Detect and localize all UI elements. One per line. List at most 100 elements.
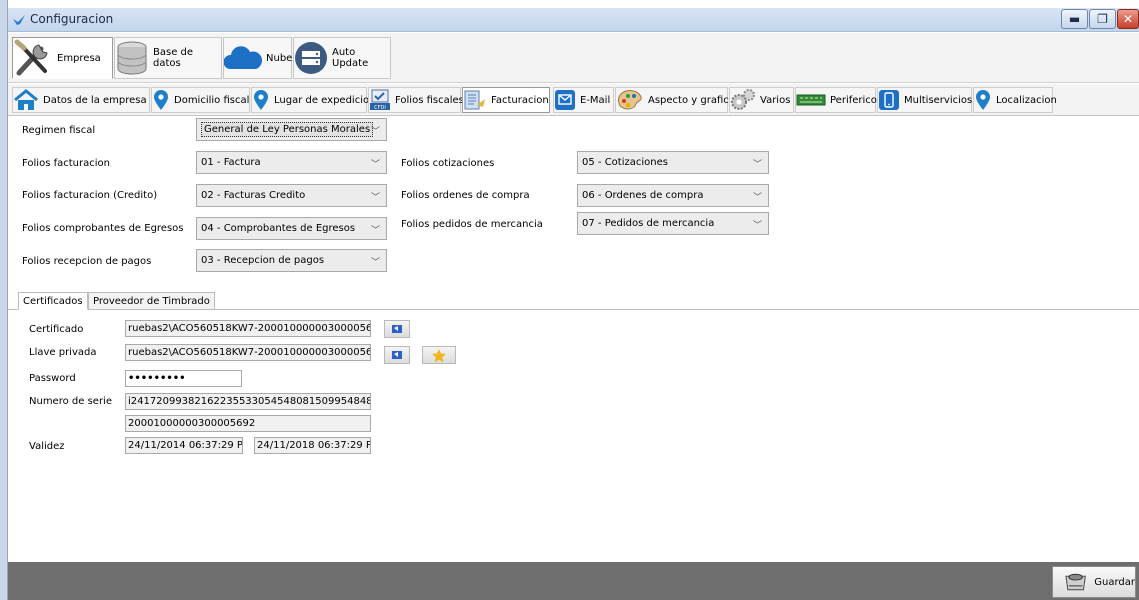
folios-ordenes-value: 06 - Ordenes de compra: [582, 190, 704, 201]
close-button[interactable]: ✕: [1117, 9, 1139, 29]
svg-text:CFDI: CFDI: [374, 105, 386, 111]
folios-pedidos-select[interactable]: 07 - Pedidos de mercancia ﹀: [577, 212, 769, 235]
regimen-fiscal-label: Regimen fiscal: [22, 125, 96, 136]
window-title: Configuracion: [30, 12, 114, 26]
location-pin-icon: [976, 90, 990, 110]
sub-tab-label: Folios fiscales: [395, 94, 464, 106]
chevron-down-icon: ﹀: [370, 226, 380, 236]
tab-nube[interactable]: Nube: [223, 37, 292, 79]
sub-tab-label: Localizacion: [996, 94, 1057, 106]
password-field[interactable]: •••••••••: [125, 370, 242, 387]
tab-auto-update[interactable]: Auto Update: [293, 37, 391, 79]
folios-egresos-value: 04 - Comprobantes de Egresos: [201, 223, 356, 234]
bottom-bar: [8, 562, 1139, 600]
sub-tab-label: Datos de la empresa: [43, 94, 147, 106]
tab-empresa-label: Empresa: [57, 52, 101, 64]
open-folder-icon: [392, 325, 402, 333]
palette-icon: [617, 90, 642, 110]
folios-facturacion-select[interactable]: 01 - Factura ﹀: [196, 151, 387, 174]
certificado-label: Certificado: [29, 324, 84, 335]
certificate-tab-bar: Certificados Proveedor de Timbrado: [8, 292, 1139, 310]
numero-de-serie-short-field[interactable]: 20001000000300005692: [125, 415, 371, 432]
favorite-button[interactable]: [422, 346, 456, 364]
sub-tab-label: Domicilio fiscal: [174, 94, 250, 106]
folios-facturacion-value: 01 - Factura: [201, 157, 261, 168]
folios-pagos-value: 03 - Recepcion de pagos: [201, 255, 325, 266]
browse-llave-button[interactable]: [384, 346, 410, 364]
certificado-field[interactable]: ruebas2\ACO560518KW7-2000100000030000569…: [125, 320, 371, 337]
app-bird-icon: [13, 15, 25, 25]
tab-empresa[interactable]: Empresa: [12, 37, 113, 79]
folios-pedidos-label: Folios pedidos de mercancia: [401, 219, 543, 230]
folios-pagos-select[interactable]: 03 - Recepcion de pagos ﹀: [196, 249, 387, 272]
tab-folios-fiscales[interactable]: CFDI Folios fiscales: [368, 87, 464, 113]
folios-credito-value: 02 - Facturas Credito: [201, 190, 306, 201]
gears-icon: [731, 89, 755, 110]
configuracion-window: Configuracion ▬ ❐ ✕ Empresa Base de dato…: [0, 0, 1139, 600]
server-icon: [295, 42, 327, 74]
tab-domicilio-fiscal[interactable]: Domicilio fiscal: [151, 87, 250, 113]
tab-facturacion[interactable]: Facturacion: [462, 87, 550, 113]
folios-egresos-select[interactable]: 04 - Comprobantes de Egresos ﹀: [196, 217, 387, 240]
database-icon: [117, 41, 147, 75]
title-bar: Configuracion ▬ ❐ ✕: [8, 8, 1139, 32]
tab-nube-label: Nube: [266, 52, 293, 64]
guardar-label: Guardar: [1094, 576, 1135, 588]
numero-de-serie-field[interactable]: i241720993821622355330545480815099548484…: [125, 393, 371, 410]
validez-label: Validez: [29, 441, 65, 452]
tab-certificados[interactable]: Certificados: [18, 292, 88, 310]
chevron-down-icon: ﹀: [370, 193, 380, 203]
folios-egresos-label: Folios comprobantes de Egresos: [22, 223, 184, 234]
folios-cotizaciones-label: Folios cotizaciones: [401, 158, 495, 169]
star-icon: [432, 349, 446, 363]
chevron-down-icon: ﹀: [370, 127, 380, 137]
chevron-down-icon: ﹀: [752, 221, 762, 231]
save-disk-icon: [1065, 573, 1086, 591]
sub-tab-label: E-Mail: [580, 94, 611, 106]
folios-cotizaciones-value: 05 - Cotizaciones: [582, 157, 668, 168]
sub-tab-label: Lugar de expedicion: [274, 94, 376, 106]
sub-tab-label: Aspecto y graficos: [648, 94, 741, 106]
tab-aspecto-y-graficos[interactable]: Aspecto y graficos: [615, 87, 740, 113]
sub-tab-bar: Datos de la empresa Domicilio fiscal Lug…: [8, 84, 1139, 116]
tab-base-de-datos-label: Base de datos: [153, 47, 194, 69]
tab-e-mail[interactable]: E-Mail: [553, 87, 614, 113]
tab-varios[interactable]: Varios: [729, 87, 794, 113]
tab-lugar-de-expedicion[interactable]: Lugar de expedicion: [251, 87, 375, 113]
chevron-down-icon: ﹀: [370, 258, 380, 268]
tab-datos-de-la-empresa[interactable]: Datos de la empresa: [12, 87, 150, 113]
sub-tab-label: Perifericos: [830, 94, 883, 106]
guardar-button[interactable]: Guardar: [1052, 566, 1136, 598]
folios-ordenes-label: Folios ordenes de compra: [401, 190, 530, 201]
validez-desde-field[interactable]: 24/11/2014 06:37:29 PM: [125, 437, 243, 454]
tab-perifericos[interactable]: Perifericos: [795, 87, 882, 113]
folios-credito-select[interactable]: 02 - Facturas Credito ﹀: [196, 184, 387, 207]
tab-localizacion[interactable]: Localizacion: [973, 87, 1057, 113]
tab-proveedor-de-timbrado[interactable]: Proveedor de Timbrado: [88, 292, 215, 310]
cfdi-icon: CFDI: [370, 89, 390, 111]
window-left-frame: [0, 0, 8, 600]
restore-button[interactable]: ❐: [1089, 9, 1116, 29]
folios-ordenes-select[interactable]: 06 - Ordenes de compra ﹀: [577, 184, 769, 207]
folios-facturacion-label: Folios facturacion: [22, 158, 110, 169]
regimen-fiscal-select[interactable]: General de Ley Personas Morales ﹀: [196, 118, 387, 141]
tab-multiservicios[interactable]: Multiservicios: [877, 87, 972, 113]
llave-privada-field[interactable]: ruebas2\ACO560518KW7-2000100000030000569…: [125, 344, 371, 361]
numero-de-serie-label: Numero de serie: [29, 396, 112, 407]
open-folder-icon: [392, 351, 402, 359]
location-pin-icon: [154, 90, 168, 110]
browse-certificado-button[interactable]: [384, 320, 410, 338]
restore-icon: ❐: [1097, 12, 1108, 26]
folios-credito-label: Folios facturacion (Credito): [22, 190, 158, 201]
minimize-button[interactable]: ▬: [1061, 9, 1088, 29]
board-icon: [796, 94, 826, 106]
home-icon: [14, 89, 38, 110]
invoice-icon: [464, 90, 485, 110]
folios-pagos-label: Folios recepcion de pagos: [22, 256, 152, 267]
validez-hasta-field[interactable]: 24/11/2018 06:37:29 PM: [254, 437, 371, 454]
chevron-down-icon: ﹀: [752, 160, 762, 170]
tools-icon: [14, 39, 48, 76]
tab-base-de-datos[interactable]: Base de datos: [114, 37, 222, 79]
folios-cotizaciones-select[interactable]: 05 - Cotizaciones ﹀: [577, 151, 769, 174]
llave-privada-label: Llave privada: [29, 347, 97, 358]
